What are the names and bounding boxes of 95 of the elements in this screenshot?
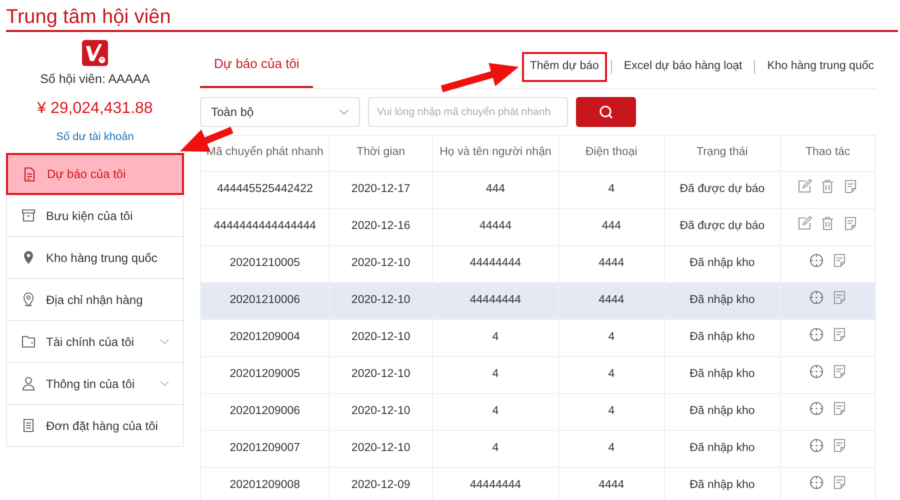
edit-icon[interactable] bbox=[797, 216, 812, 231]
table-cell: 2020-12-10 bbox=[329, 393, 432, 430]
table-cell: 2020-12-16 bbox=[329, 208, 432, 245]
table-cell: 20201209008 bbox=[200, 467, 330, 500]
sidebar-item[interactable]: Địa chỉ nhận hàng bbox=[6, 279, 184, 322]
table-cell: Đã nhập kho bbox=[664, 245, 780, 282]
column-header: Họ và tên người nhận bbox=[432, 135, 559, 171]
table-cell: 4444444444444444 bbox=[200, 208, 330, 245]
sidebar-item[interactable]: Đơn đặt hàng của tôi bbox=[6, 405, 184, 448]
table-cell: Đã nhập kho bbox=[664, 282, 780, 319]
status-select[interactable]: Toàn bộ bbox=[200, 96, 360, 126]
table-cell: 4 bbox=[432, 393, 559, 430]
member-id: Số hội viên: AAAAA bbox=[40, 71, 150, 88]
edit-icon[interactable] bbox=[797, 178, 812, 194]
table-cell: Đã được dự báo bbox=[664, 171, 780, 208]
table-cell: 2020-12-10 bbox=[329, 356, 432, 393]
note-icon[interactable] bbox=[832, 438, 847, 453]
header-link[interactable]: Excel dự báo hàng loạt bbox=[616, 52, 750, 82]
table-cell: Đã nhập kho bbox=[664, 430, 780, 467]
table-cell: 4 bbox=[432, 319, 559, 356]
note-icon[interactable] bbox=[832, 364, 847, 379]
table-cell: 2020-12-10 bbox=[329, 319, 432, 356]
location-pin-icon bbox=[21, 250, 36, 266]
table-cell: 44444 bbox=[432, 208, 559, 245]
table-cell: 20201209005 bbox=[200, 356, 330, 393]
header-link[interactable]: Thêm dự báo bbox=[522, 52, 607, 82]
table-cell: 20201209006 bbox=[200, 393, 330, 430]
note-icon[interactable] bbox=[832, 252, 847, 268]
table-cell: 2020-12-17 bbox=[329, 171, 432, 208]
crosshair-icon[interactable] bbox=[808, 438, 824, 453]
table-cell: 2020-12-10 bbox=[329, 245, 432, 282]
table-cell: 4 bbox=[558, 430, 664, 467]
logo-icon bbox=[82, 40, 108, 66]
table-cell: 20201209004 bbox=[200, 319, 330, 356]
table-cell: 4 bbox=[432, 356, 559, 393]
column-header: Trạng thái bbox=[664, 135, 780, 171]
user-icon bbox=[21, 376, 36, 392]
tab[interactable]: Dự báo của tôi bbox=[200, 44, 314, 88]
table-cell: 20201210006 bbox=[200, 282, 330, 319]
sidebar-item[interactable]: Thông tin của tôi bbox=[6, 363, 184, 406]
search-icon bbox=[599, 104, 613, 118]
table-cell: 4444 bbox=[558, 245, 664, 282]
table-cell: 4 bbox=[558, 319, 664, 356]
column-header: Điện thoại bbox=[558, 135, 664, 171]
table-cell: 4 bbox=[558, 171, 664, 208]
table-cell: Đã được dự báo bbox=[664, 208, 780, 245]
document-icon bbox=[22, 166, 37, 182]
table-cell: 4444 bbox=[558, 282, 664, 319]
crosshair-icon[interactable] bbox=[808, 290, 824, 305]
sidebar-item[interactable]: Dự báo của tôi bbox=[6, 153, 184, 196]
note-icon[interactable] bbox=[832, 474, 847, 490]
sidebar-item[interactable]: Tài chính của tôi bbox=[6, 321, 184, 364]
list-icon bbox=[21, 418, 36, 434]
note-icon[interactable] bbox=[832, 400, 847, 416]
balance-link[interactable]: Số dư tài khoản bbox=[56, 128, 134, 146]
crosshair-icon[interactable] bbox=[808, 400, 824, 416]
location-pin-icon bbox=[21, 292, 36, 308]
page-title: Trung tâm hội viên bbox=[5, 5, 172, 30]
trash-icon[interactable] bbox=[820, 216, 836, 231]
chevron-down-icon bbox=[339, 108, 349, 114]
note-icon[interactable] bbox=[832, 290, 847, 305]
note-icon[interactable] bbox=[843, 216, 858, 231]
box-icon bbox=[21, 208, 36, 224]
column-header: Thời gian bbox=[329, 135, 432, 171]
table-cell: 444 bbox=[558, 208, 664, 245]
crosshair-icon[interactable] bbox=[808, 474, 824, 490]
balance-amount: ¥ 29,024,431.88 bbox=[37, 98, 153, 119]
crosshair-icon[interactable] bbox=[808, 364, 824, 379]
table-cell: Đã nhập kho bbox=[664, 356, 780, 393]
sidebar-item[interactable]: Kho hàng trung quốc bbox=[6, 237, 184, 280]
table-cell: Đã nhập kho bbox=[664, 393, 780, 430]
trash-icon[interactable] bbox=[820, 178, 836, 194]
search-button[interactable] bbox=[576, 96, 636, 126]
table-cell: 444 bbox=[432, 171, 559, 208]
table-cell: 20201209007 bbox=[200, 430, 330, 467]
table-cell: 444445525442422 bbox=[200, 171, 330, 208]
table-cell: 44444444 bbox=[432, 282, 559, 319]
table-cell: 2020-12-10 bbox=[329, 430, 432, 467]
select-value: Toàn bộ bbox=[211, 104, 254, 120]
header-link[interactable]: Kho hàng trung quốc bbox=[759, 52, 882, 82]
sidebar-item[interactable]: Bưu kiện của tôi bbox=[6, 195, 184, 238]
note-icon[interactable] bbox=[843, 178, 858, 194]
table-cell: 4 bbox=[432, 430, 559, 467]
table-cell: Đã nhập kho bbox=[664, 319, 780, 356]
table-cell: 20201210005 bbox=[200, 245, 330, 282]
table-cell: 44444444 bbox=[432, 245, 559, 282]
column-header: Thao tác bbox=[780, 135, 876, 171]
table-cell: 4 bbox=[558, 356, 664, 393]
crosshair-icon[interactable] bbox=[808, 252, 824, 268]
table-cell: 2020-12-10 bbox=[329, 282, 432, 319]
search-field[interactable]: Vui lòng nhập mã chuyển phát nhanh bbox=[368, 96, 568, 126]
note-icon[interactable] bbox=[832, 326, 847, 342]
wallet-icon bbox=[21, 334, 36, 350]
crosshair-icon[interactable] bbox=[808, 326, 824, 342]
table-cell: 4 bbox=[558, 393, 664, 430]
